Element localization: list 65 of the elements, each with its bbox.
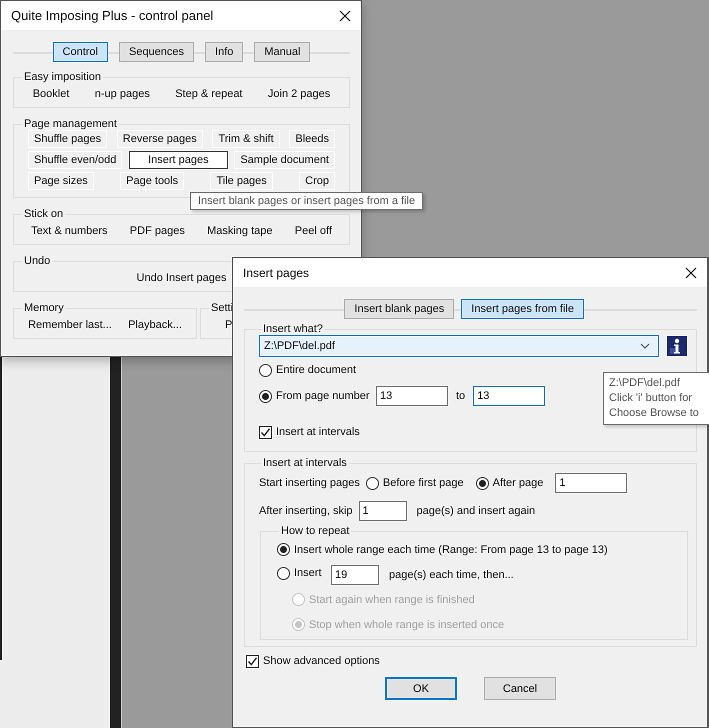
group-label: Page management xyxy=(23,118,118,130)
command-button[interactable]: Playback... xyxy=(122,316,188,334)
command-button[interactable]: Sample document xyxy=(234,151,335,169)
file-dropdown[interactable]: Z:\PDF\del.pdf xyxy=(259,335,659,357)
tab[interactable]: Sequences xyxy=(118,42,194,62)
field-label: After inserting, skip xyxy=(259,505,353,517)
field-label: page(s) and insert again xyxy=(416,505,536,517)
command-button[interactable]: Page tools xyxy=(120,172,184,190)
command-button[interactable]: Join 2 pages xyxy=(262,85,336,103)
field-label: Start inserting pages xyxy=(259,477,360,489)
radio-button[interactable]: Before first page xyxy=(366,476,464,490)
group-label: Stick on xyxy=(23,208,64,220)
radio-button[interactable]: Insert xyxy=(277,566,322,580)
tab[interactable]: Insert pages from file xyxy=(461,299,584,319)
chevron-down-icon xyxy=(640,343,650,349)
command-button[interactable]: Peel off xyxy=(288,222,338,240)
command-button[interactable]: Reverse pages xyxy=(116,130,203,148)
tooltip: Insert blank pages or insert pages from a file xyxy=(190,192,424,210)
group-label: Undo xyxy=(23,255,52,267)
group-label: How to repeat xyxy=(280,525,350,537)
radio-button[interactable]: After page xyxy=(476,476,544,490)
number-field[interactable]: 1 xyxy=(358,501,407,521)
dialog-button[interactable]: Cancel xyxy=(484,677,556,700)
checkbox[interactable]: Show advanced options xyxy=(246,654,380,668)
tab[interactable]: Info xyxy=(205,42,244,62)
field-label: page(s) each time, then... xyxy=(389,568,514,580)
command-button[interactable]: Undo Insert pages xyxy=(130,269,232,287)
window-title: Quite Imposing Plus - control panel xyxy=(11,8,214,23)
tooltip: Z:\PDF\del.pdf Click 'i' button for Choose Browse to xyxy=(603,372,709,425)
command-button[interactable]: Step & repeat xyxy=(169,85,248,103)
close-icon[interactable] xyxy=(685,266,697,278)
command-button[interactable]: PDF pages xyxy=(124,222,191,240)
group-label: Memory xyxy=(23,302,65,314)
tab[interactable]: Control xyxy=(52,42,108,62)
radio-button[interactable]: Entire document xyxy=(259,364,356,376)
command-button[interactable]: Tile pages xyxy=(210,172,273,190)
field-label: to xyxy=(456,390,466,402)
checkbox[interactable]: Insert at intervals xyxy=(259,426,360,438)
number-field[interactable]: 19 xyxy=(331,564,379,584)
command-button[interactable]: Page sizes xyxy=(28,172,94,190)
command-button[interactable]: Bleeds xyxy=(289,130,335,148)
command-button[interactable]: Shuffle pages xyxy=(28,130,108,148)
window-title: Insert pages xyxy=(243,266,310,280)
tab[interactable]: Manual xyxy=(254,42,310,62)
command-button[interactable]: Text & numbers xyxy=(25,222,114,240)
command-button[interactable]: Insert pages xyxy=(129,151,228,169)
command-button[interactable]: Shuffle even/odd xyxy=(28,151,122,169)
radio-button[interactable]: From page number xyxy=(259,390,370,402)
number-field[interactable]: 13 xyxy=(376,386,448,406)
group-label: Insert what? xyxy=(262,323,324,335)
number-field[interactable]: 1 xyxy=(555,473,628,493)
command-button[interactable]: Remember last... xyxy=(22,316,118,334)
number-field[interactable]: 13 xyxy=(473,386,546,406)
command-button[interactable]: Crop xyxy=(299,172,335,190)
command-button[interactable]: n-up pages xyxy=(88,85,156,103)
info-icon[interactable] xyxy=(667,336,687,356)
group-label: Easy imposition xyxy=(23,71,102,83)
dialog-button[interactable]: OK xyxy=(385,677,457,700)
command-button[interactable]: Masking tape xyxy=(201,222,279,240)
radio-button[interactable]: Insert whole range each time (Range: From page 13 to page 13) xyxy=(277,543,608,556)
command-button[interactable]: Booklet xyxy=(26,85,76,103)
close-icon[interactable] xyxy=(339,10,351,22)
command-button[interactable]: Trim & shift xyxy=(212,130,280,148)
group-label: Insert at intervals xyxy=(262,457,348,469)
tab[interactable]: Insert blank pages xyxy=(344,299,454,319)
